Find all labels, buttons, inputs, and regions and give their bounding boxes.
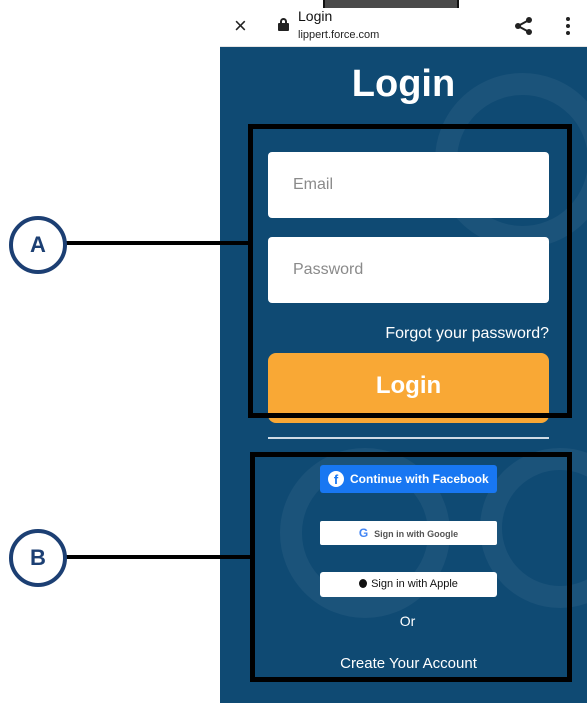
close-icon[interactable]: × bbox=[234, 13, 247, 39]
callout-badge-b: B bbox=[9, 529, 67, 587]
lock-icon bbox=[278, 18, 289, 31]
share-icon[interactable] bbox=[514, 16, 534, 36]
callout-badge-a: A bbox=[9, 216, 67, 274]
browser-url[interactable]: lippert.force.com bbox=[298, 29, 379, 41]
callout-box-a bbox=[248, 124, 572, 418]
browser-toolbar: × Login lippert.force.com bbox=[220, 8, 587, 47]
page-title: Login bbox=[351, 63, 456, 105]
callout-box-b bbox=[250, 452, 572, 682]
more-options-icon[interactable] bbox=[566, 17, 570, 38]
callout-line-b bbox=[66, 555, 252, 559]
browser-page-title: Login bbox=[298, 8, 333, 24]
callout-line-a bbox=[66, 241, 250, 245]
divider bbox=[268, 437, 549, 439]
